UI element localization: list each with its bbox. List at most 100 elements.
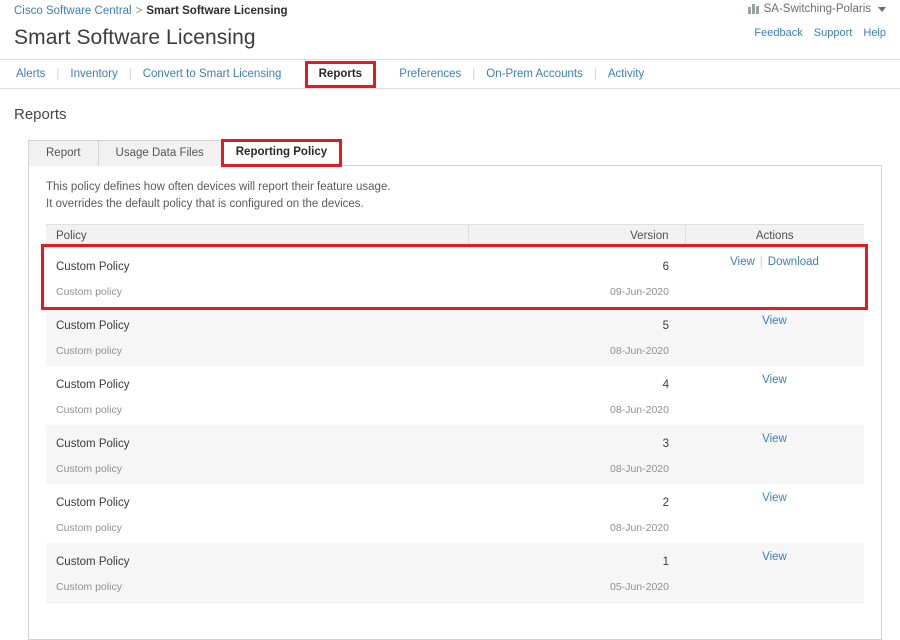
policy-description: Custom policy <box>56 463 122 475</box>
cell-version: 6 09-Jun-2020 <box>468 248 685 307</box>
org-selector[interactable]: SA-Switching-Polaris <box>747 3 886 15</box>
top-bar: Cisco Software Central > Smart Software Li… <box>0 0 900 20</box>
main-nav-bar: Alerts | Inventory | Convert to Smart Li… <box>0 59 900 89</box>
download-link[interactable]: Download <box>768 256 819 268</box>
policy-date: 05-Jun-2020 <box>610 581 669 593</box>
cell-policy: Custom Policy Custom policy <box>46 307 468 366</box>
table-row[interactable]: Custom Policy Custom policy 2 08-Jun-202… <box>46 484 864 543</box>
policy-date: 08-Jun-2020 <box>610 404 669 416</box>
policy-date: 08-Jun-2020 <box>610 463 669 475</box>
cell-actions: View <box>685 484 864 543</box>
tab-usage-data-files[interactable]: Usage Data Files <box>97 140 222 166</box>
support-link[interactable]: Support <box>814 27 853 39</box>
nav-item-convert-to-smart-licensing[interactable]: Convert to Smart Licensing <box>141 68 284 80</box>
nav-item-reports[interactable]: Reports <box>317 68 364 80</box>
cell-policy: Custom Policy Custom policy <box>46 543 468 602</box>
policy-description: Custom policy <box>56 581 122 593</box>
breadcrumb-link-cisco-software-central[interactable]: Cisco Software Central <box>14 5 132 17</box>
utility-links: Feedback Support Help <box>746 27 886 39</box>
policy-name: Custom Policy <box>56 320 130 332</box>
policy-name: Custom Policy <box>56 261 130 273</box>
nav-item-preferences[interactable]: Preferences <box>397 68 463 80</box>
cell-version: 4 08-Jun-2020 <box>468 366 685 425</box>
nav-item-inventory[interactable]: Inventory <box>68 68 119 80</box>
view-link[interactable]: View <box>762 433 787 445</box>
nav-item-activity[interactable]: Activity <box>606 68 646 80</box>
policy-version: 4 <box>662 379 669 391</box>
cell-actions: View <box>685 425 864 484</box>
cell-policy: Custom Policy Custom policy <box>46 248 468 307</box>
nav-separator <box>292 68 295 80</box>
policy-name: Custom Policy <box>56 556 130 568</box>
sub-tab-bar: Report Usage Data Files Reporting Policy <box>28 139 900 167</box>
panel-description: This policy defines how often devices wi… <box>46 179 864 213</box>
column-header-policy: Policy <box>46 224 468 248</box>
view-link[interactable]: View <box>762 374 787 386</box>
cell-actions: View <box>685 366 864 425</box>
policy-description: Custom policy <box>56 345 122 357</box>
annotation-box-reports-tab: Reports <box>304 60 377 88</box>
action-separator: | <box>759 256 763 268</box>
nav-separator: | <box>593 68 597 80</box>
panel-description-line-1: This policy defines how often devices wi… <box>46 181 391 193</box>
view-link[interactable]: View <box>730 256 755 268</box>
policy-version: 1 <box>662 556 669 568</box>
policy-date: 08-Jun-2020 <box>610 522 669 534</box>
cell-policy: Custom Policy Custom policy <box>46 484 468 543</box>
org-selector-label: SA-Switching-Polaris <box>763 3 871 15</box>
table-row[interactable]: Custom Policy Custom policy 6 09-Jun-202… <box>41 244 868 310</box>
help-link[interactable]: Help <box>863 27 886 39</box>
policy-version: 6 <box>662 261 669 273</box>
table-row[interactable]: Custom Policy Custom policy 4 08-Jun-202… <box>46 366 864 425</box>
table-bottom-border <box>46 602 864 603</box>
organization-icon <box>747 4 759 14</box>
breadcrumb-separator: > <box>135 5 143 17</box>
policy-description: Custom policy <box>56 286 122 298</box>
view-link[interactable]: View <box>762 315 787 327</box>
nav-separator: | <box>472 68 476 80</box>
policy-description: Custom policy <box>56 522 122 534</box>
policy-version: 5 <box>662 320 669 332</box>
cell-policy: Custom Policy Custom policy <box>46 366 468 425</box>
table-header: Policy Version Actions <box>46 224 864 248</box>
tab-reporting-policy[interactable]: Reporting Policy <box>236 146 327 158</box>
reporting-policy-table: Policy Version Actions <box>46 224 864 248</box>
cell-version: 5 08-Jun-2020 <box>468 307 685 366</box>
cell-version: 2 08-Jun-2020 <box>468 484 685 543</box>
feedback-link[interactable]: Feedback <box>754 27 802 39</box>
table-row[interactable]: Custom Policy Custom policy 1 05-Jun-202… <box>46 543 864 603</box>
policy-name: Custom Policy <box>56 379 130 391</box>
cell-version: 3 08-Jun-2020 <box>468 425 685 484</box>
column-header-version: Version <box>467 224 686 248</box>
nav-separator: | <box>56 68 60 80</box>
section-title: Reports <box>14 106 67 123</box>
nav-separator <box>385 68 388 80</box>
policy-date: 09-Jun-2020 <box>610 286 669 298</box>
cell-policy: Custom Policy Custom policy <box>46 425 468 484</box>
view-link[interactable]: View <box>762 551 787 563</box>
cell-actions: View | Download <box>685 248 864 307</box>
cell-version: 1 05-Jun-2020 <box>468 543 685 602</box>
nav-separator: | <box>128 68 132 80</box>
policy-description: Custom policy <box>56 404 122 416</box>
policy-name: Custom Policy <box>56 438 130 450</box>
panel-description-line-2: It overrides the default policy that is … <box>46 198 364 210</box>
breadcrumb-current: Smart Software Licensing <box>146 5 288 17</box>
policy-name: Custom Policy <box>56 497 130 509</box>
cell-actions: View <box>685 543 864 602</box>
policy-version: 2 <box>662 497 669 509</box>
table-footer-spacer <box>46 603 864 623</box>
cell-actions: View <box>685 307 864 366</box>
view-link[interactable]: View <box>762 492 787 504</box>
table-row[interactable]: Custom Policy Custom policy 5 08-Jun-202… <box>46 307 864 366</box>
tab-report[interactable]: Report <box>28 140 99 166</box>
policy-version: 3 <box>662 438 669 450</box>
nav-item-on-prem-accounts[interactable]: On-Prem Accounts <box>484 68 585 80</box>
main-nav: Alerts | Inventory | Convert to Smart Li… <box>0 60 900 88</box>
nav-item-alerts[interactable]: Alerts <box>14 68 47 80</box>
table-row[interactable]: Custom Policy Custom policy 3 08-Jun-202… <box>46 425 864 484</box>
chevron-down-icon <box>878 6 886 12</box>
table-header-row: Policy Version Actions <box>46 224 864 248</box>
column-header-actions: Actions <box>685 224 864 248</box>
reporting-policy-panel: This policy defines how often devices wi… <box>28 165 882 640</box>
